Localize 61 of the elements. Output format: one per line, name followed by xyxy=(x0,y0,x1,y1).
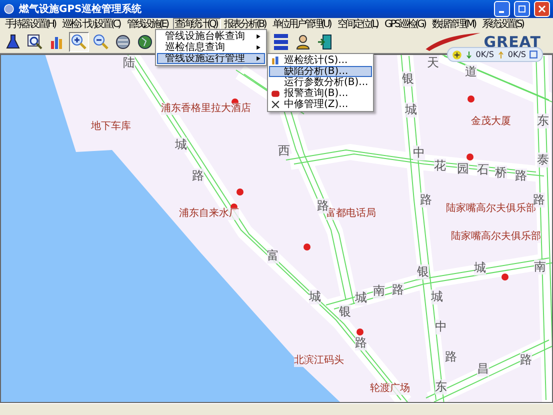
place-label: 富都电话局 xyxy=(326,208,376,220)
road-label: 园 xyxy=(457,162,469,176)
road-label: 中 xyxy=(435,320,447,334)
road-label: 道 xyxy=(465,64,477,80)
menu-item[interactable]: 单位用户管理(U) xyxy=(270,18,334,30)
road-label: 富 xyxy=(267,248,279,264)
road-label: 城 xyxy=(474,260,486,276)
road-label: 城 xyxy=(405,102,417,118)
menu-item[interactable]: GPS巡检(G) xyxy=(382,18,429,30)
place-label: 陆家嘴高尔夫俱乐部 xyxy=(451,231,541,243)
menu-item[interactable]: 空间定位(L) xyxy=(335,18,382,30)
road-label: 天 xyxy=(427,56,439,70)
menu-item[interactable]: 管线设施(E) xyxy=(124,18,172,30)
menu-item[interactable]: 系统设置(S) xyxy=(480,18,527,30)
road-label: 西 xyxy=(278,144,290,158)
road-label: 路 xyxy=(192,168,204,184)
menu-item[interactable]: 手持器设置(H) xyxy=(3,18,60,30)
road-label: 花 xyxy=(434,158,446,174)
road-label: 南 xyxy=(534,260,546,274)
road-label: 路 xyxy=(515,168,527,184)
road-label: 路 xyxy=(420,192,432,208)
road-label: 东 xyxy=(435,380,447,394)
road-label: 银 xyxy=(417,264,429,280)
window-title: 燃气设施GPS巡检管理系统 xyxy=(19,2,143,16)
place-label: 地下车库 xyxy=(91,121,131,133)
menu-entry[interactable]: 运行参数分析(B)... xyxy=(269,77,372,88)
road-label: 城 xyxy=(355,290,367,306)
logo: GREAT xyxy=(484,33,541,51)
road-label: 银 xyxy=(339,304,351,320)
place-label: 浦东香格里拉大酒店 xyxy=(161,103,251,115)
road-label: 路 xyxy=(445,350,457,364)
menu-entry[interactable]: 管线设施台帐查询 xyxy=(157,31,265,42)
road-label: 路 xyxy=(317,198,329,214)
road-label: 路 xyxy=(533,192,545,208)
road-label: 路 xyxy=(392,282,404,298)
menu-entry[interactable]: 巡检信息查询 xyxy=(157,42,265,53)
road-label: 中 xyxy=(413,146,425,160)
menu-item[interactable]: 巡检计划设置(C) xyxy=(60,18,124,30)
place-label: 浦东自来水厂 xyxy=(179,208,239,220)
road-label: 城 xyxy=(309,290,321,304)
menu-entry[interactable]: 巡检统计(S)... xyxy=(269,55,372,66)
place-label: 轮渡广场 xyxy=(370,383,410,395)
menu-entry[interactable]: 报警查询(B)... xyxy=(269,88,372,99)
place-label: 金茂大厦 xyxy=(471,116,511,128)
menu-entry[interactable]: 中修管理(Z)... xyxy=(269,99,372,110)
road-label: 城 xyxy=(431,290,443,304)
road-label: 路 xyxy=(355,336,367,350)
road-label: 昌 xyxy=(477,362,489,376)
road-label: 城 xyxy=(175,138,187,152)
menu-item[interactable]: 报表分析(B) xyxy=(222,18,270,30)
road-label: 路 xyxy=(520,352,532,368)
road-label: 银 xyxy=(402,72,414,86)
road-label: 泰 xyxy=(537,152,549,168)
place-label: 北滨江码头 xyxy=(294,355,344,367)
menu-item[interactable]: 数据管理(M) xyxy=(430,18,480,30)
road-label: 陆 xyxy=(123,56,135,70)
road-label: 桥 xyxy=(495,166,507,180)
road-label: 石 xyxy=(477,162,489,178)
road-label: 南 xyxy=(373,284,385,298)
road-label: 东 xyxy=(537,114,549,128)
place-label: 陆家嘴高尔夫俱乐部 xyxy=(446,203,536,215)
